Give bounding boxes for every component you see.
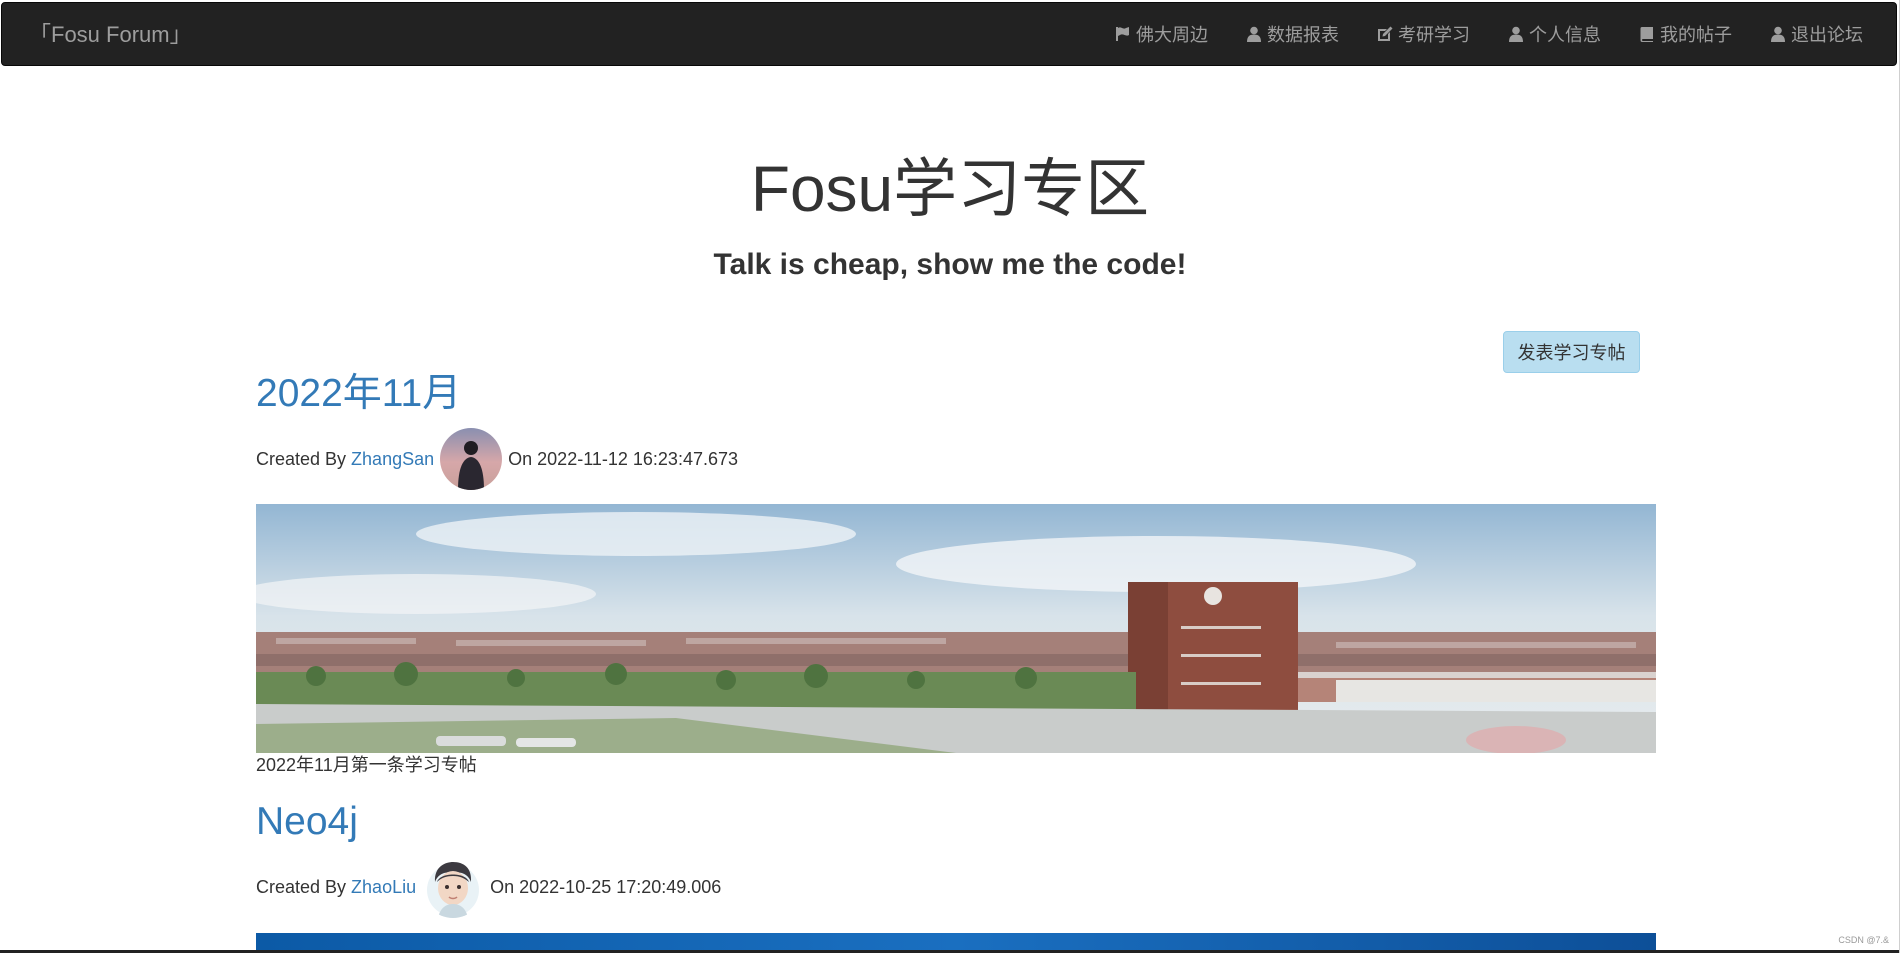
edit-icon: [1378, 26, 1393, 41]
nav-item-label: 考研学习: [1398, 25, 1470, 45]
page-subtitle: Talk is cheap, show me the code!: [713, 248, 1187, 281]
page: 「Fosu Forum」 佛大周边 数据报表 考研学习 个人信息 我的帖子 退出…: [0, 0, 1900, 953]
post-meta: Created By ZhaoLiu On 2022-10-25 17:20:4…: [256, 856, 721, 918]
cover-photo: [256, 933, 1656, 950]
watermark: CSDN @7.&: [1838, 935, 1889, 945]
post-cover-image: [256, 933, 1656, 950]
nav-item-label: 佛大周边: [1136, 25, 1208, 45]
nav-menu: 佛大周边 数据报表 考研学习 个人信息 我的帖子 退出论坛: [1096, 3, 1882, 65]
new-study-post-button[interactable]: 发表学习专帖: [1503, 331, 1640, 373]
nav-item-fosu-surroundings[interactable]: 佛大周边: [1096, 3, 1227, 65]
avatar[interactable]: [422, 856, 485, 918]
nav-item-my-posts[interactable]: 我的帖子: [1620, 3, 1751, 65]
user-icon: [1509, 26, 1523, 42]
nav-item-postgraduate-study[interactable]: 考研学习: [1358, 3, 1489, 65]
nav-item-label: 我的帖子: [1660, 25, 1732, 45]
on-label: On: [508, 448, 533, 469]
nav-item-personal-info[interactable]: 个人信息: [1489, 3, 1620, 65]
created-by-label: Created By: [256, 448, 347, 469]
avatar-image: [422, 856, 485, 918]
post-cover-image: [256, 504, 1656, 753]
nav-item-logout[interactable]: 退出论坛: [1751, 3, 1882, 65]
created-by-label: Created By: [256, 876, 347, 897]
nav-item-label: 个人信息: [1529, 25, 1601, 45]
post-timestamp: 2022-10-25 17:20:49.006: [519, 876, 722, 897]
author-link[interactable]: ZhangSan: [351, 449, 434, 470]
book-icon: [1640, 27, 1653, 42]
on-label: On: [490, 876, 515, 897]
post-title-link[interactable]: Neo4j: [256, 799, 358, 845]
campus-photo: [256, 504, 1656, 753]
user-icon: [1771, 26, 1785, 42]
author-link[interactable]: ZhaoLiu: [351, 877, 416, 898]
page-title: Fosu学习专区: [750, 153, 1150, 225]
top-navbar: 「Fosu Forum」 佛大周边 数据报表 考研学习 个人信息 我的帖子 退出…: [1, 2, 1897, 66]
nav-item-label: 数据报表: [1267, 25, 1339, 45]
nav-item-label: 退出论坛: [1791, 25, 1863, 45]
post-title-link[interactable]: 2022年11月: [256, 371, 461, 417]
nav-item-data-report[interactable]: 数据报表: [1227, 3, 1358, 65]
avatar[interactable]: [440, 428, 503, 490]
avatar-image: [440, 428, 503, 490]
post-summary: 2022年11月第一条学习专帖: [256, 755, 477, 775]
flag-icon: [1116, 27, 1129, 41]
user-icon: [1247, 26, 1261, 42]
brand-link[interactable]: 「Fosu Forum」: [29, 22, 192, 48]
post-meta: Created By ZhangSan On 2022-11-12 16:23:…: [256, 428, 738, 490]
post-timestamp: 2022-11-12 16:23:47.673: [537, 448, 738, 469]
